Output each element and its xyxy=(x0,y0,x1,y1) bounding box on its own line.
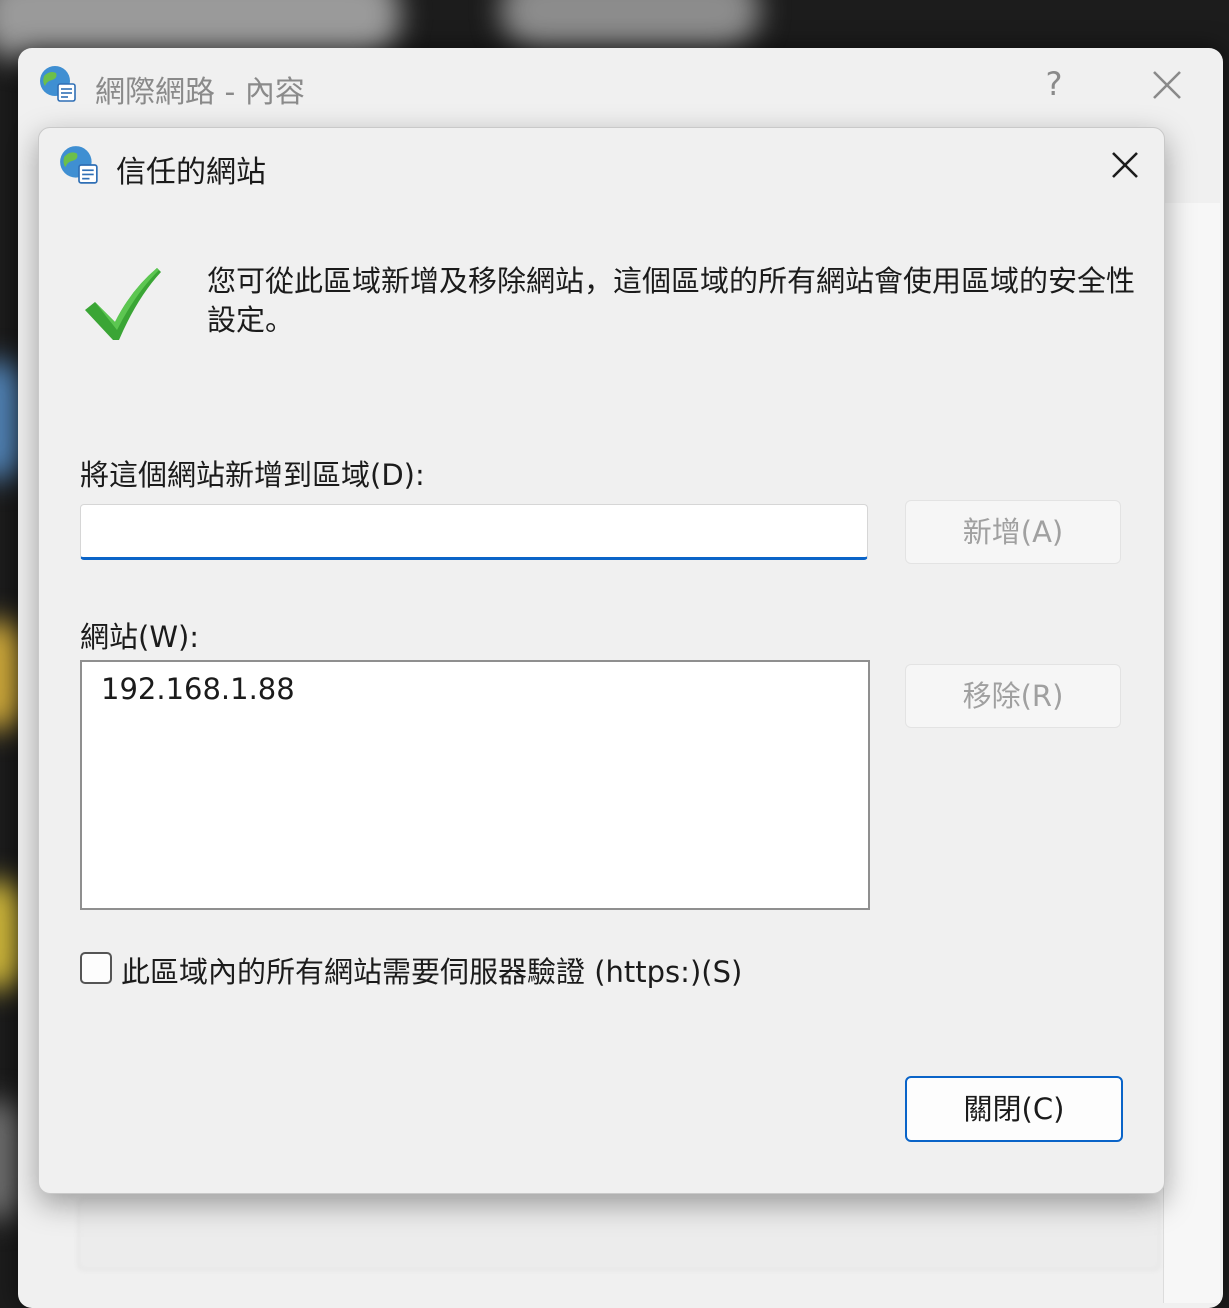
parent-tab-panel xyxy=(1163,203,1220,1303)
parent-titlebar: 網際網路 - 內容 ? xyxy=(18,48,1223,124)
websites-label: 網站(W): xyxy=(80,620,200,654)
internet-globe-icon xyxy=(58,144,100,186)
require-https-label[interactable]: 此區域內的所有網站需要伺服器驗證 (https:)(S) xyxy=(121,949,742,991)
green-checkmark-icon xyxy=(81,264,165,344)
dialog-titlebar: 信任的網站 xyxy=(39,128,1164,206)
zone-description: 您可從此區域新增及移除網站，這個區域的所有網站會使用區域的安全性設定。 xyxy=(207,264,1136,337)
dialog-title: 信任的網站 xyxy=(116,155,266,190)
require-https-checkbox[interactable] xyxy=(80,952,112,984)
parent-close-icon[interactable] xyxy=(1146,64,1188,106)
websites-list[interactable]: 192.168.1.88 xyxy=(80,660,870,910)
help-button[interactable]: ? xyxy=(1034,62,1074,106)
parent-blurred-row xyxy=(78,1198,1160,1270)
internet-globe-icon xyxy=(38,64,78,104)
site-url-input[interactable] xyxy=(80,504,868,560)
add-button[interactable]: 新增(A) xyxy=(905,500,1121,564)
close-button[interactable]: 關閉(C) xyxy=(905,1076,1123,1142)
dialog-close-icon[interactable] xyxy=(1104,144,1146,186)
list-item[interactable]: 192.168.1.88 xyxy=(101,672,295,706)
remove-button[interactable]: 移除(R) xyxy=(905,664,1121,728)
parent-window-title: 網際網路 - 內容 xyxy=(95,75,305,110)
trusted-sites-dialog: 信任的網站 您可從此區域新增及移除網站，這個區域的所有網站會使用區域的安全性設定… xyxy=(38,127,1165,1194)
add-site-label: 將這個網站新增到區域(D): xyxy=(80,458,425,492)
